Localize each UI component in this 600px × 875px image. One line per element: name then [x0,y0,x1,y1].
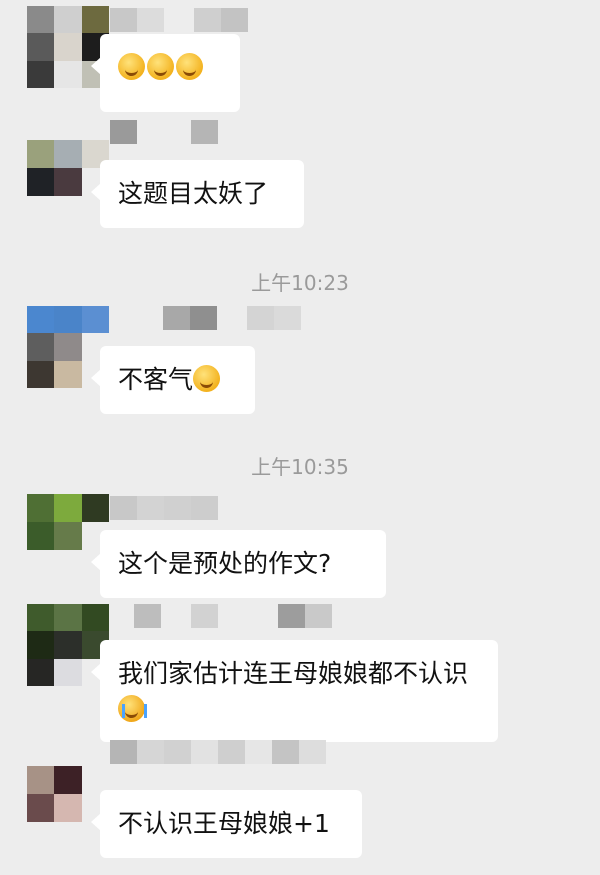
message-bubble[interactable]: 不客气 [91,346,255,414]
avatar[interactable] [27,494,109,550]
sender-name-blurred [110,8,248,32]
message-bubble[interactable]: 我们家估计连王母娘娘都不认识 [91,640,498,742]
message-text: 不认识王母娘娘+1 [118,809,330,838]
crying-face-emoji-icon [118,695,147,722]
message-bubble[interactable]: 这题目太妖了 [91,160,304,228]
sender-name-blurred [110,496,218,520]
message-bubble[interactable] [91,34,240,112]
timestamp: 上午10:35 [251,455,349,479]
sender-name-blurred [110,120,218,144]
avatar[interactable] [27,6,109,88]
message-text: 这题目太妖了 [118,179,269,208]
sender-name-blurred [163,306,301,330]
grinning-sweat-emoji-icon [147,53,174,80]
message-text: 这个是预处的作文? [118,549,332,578]
grinning-sweat-emoji-icon [176,53,203,80]
grinning-face-emoji-icon [193,365,221,392]
message-text: 我们家估计连王母娘娘都不认识 [118,659,469,688]
grinning-sweat-emoji-icon [118,53,145,80]
message-bubble[interactable]: 不认识王母娘娘+1 [91,790,362,858]
sender-name-blurred [134,604,332,628]
sender-name-blurred [110,740,326,764]
message-text: 不客气 [118,365,194,394]
timestamp: 上午10:23 [251,271,349,295]
message-bubble[interactable]: 这个是预处的作文? [91,530,386,598]
